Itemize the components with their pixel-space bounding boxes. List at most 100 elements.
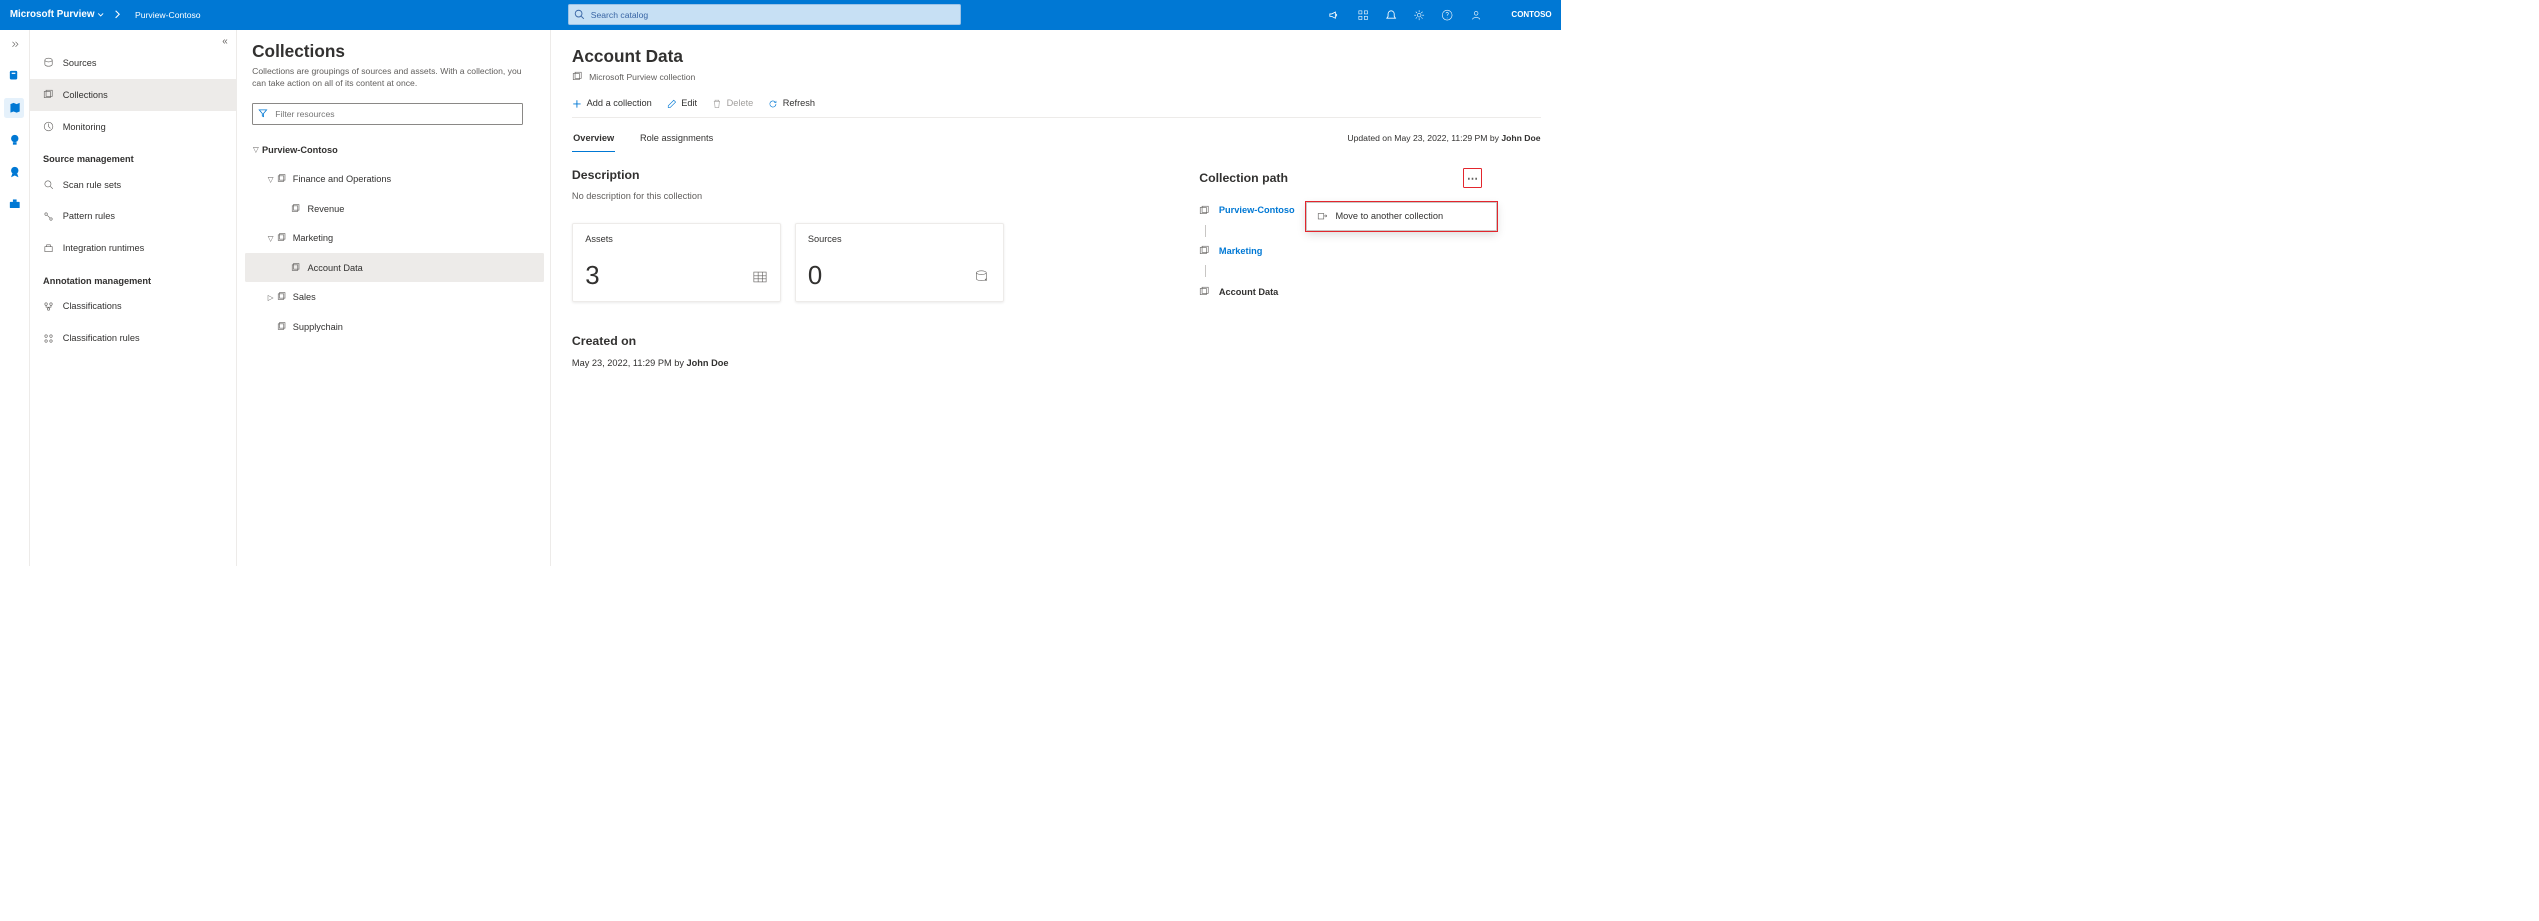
bell-icon[interactable] [1385,9,1397,21]
sidenav: « Sources Collections Monitoring Source … [30,30,238,567]
topbar: Microsoft Purview Purview-Contoso CONTOS… [0,0,1561,30]
breadcrumb[interactable]: Purview-Contoso [135,10,201,20]
caret-down-icon[interactable] [264,234,276,243]
collection-icon [1199,286,1210,297]
nav-sources[interactable]: Sources [30,47,237,79]
tree-item[interactable]: Marketing [245,223,544,253]
user-label[interactable]: CONTOSO [1511,10,1551,19]
collections-subtitle: Collections are groupings of sources and… [252,65,535,89]
tab-overview[interactable]: Overview [572,124,615,152]
nav-integration-runtimes[interactable]: Integration runtimes [30,232,237,264]
collection-icon [572,71,583,82]
monitoring-icon [43,121,54,132]
database-icon [974,269,990,285]
nav-pattern-rules[interactable]: Pattern rules [30,201,237,233]
rail-expand[interactable] [4,34,24,54]
description-title: Description [572,168,1126,182]
collections-icon [43,89,54,100]
rail-toolbox-icon[interactable] [4,194,24,214]
integration-icon [43,243,54,254]
collapse-nav[interactable]: « [30,33,237,46]
delete-button: Delete [712,98,753,108]
tree-item[interactable]: Revenue [245,194,544,224]
refresh-button[interactable]: Refresh [768,98,815,108]
nav-label: Sources [63,58,97,68]
description-text: No description for this collection [572,191,1126,201]
classrules-icon [43,333,54,344]
body: « Sources Collections Monitoring Source … [0,30,1561,567]
btn-label: Edit [681,98,697,108]
card-assets[interactable]: Assets 3 [572,223,781,302]
help-icon[interactable] [1441,9,1453,21]
tree-root[interactable]: Purview-Contoso [245,135,544,165]
rail-map-icon[interactable] [4,98,24,118]
tree-item[interactable]: Finance and Operations [245,164,544,194]
edit-button[interactable]: Edit [667,98,698,108]
updated-text: Updated on May 23, 2022, 11:29 PM by Joh… [1347,133,1540,143]
left-rail [0,30,30,567]
filter-input[interactable] [252,103,523,125]
collection-icon [291,263,301,273]
tree-label: Revenue [307,204,344,214]
tab-role-assignments[interactable]: Role assignments [639,124,715,152]
caret-right-icon[interactable] [264,293,276,302]
person-icon[interactable] [1470,9,1482,21]
collection-icon [277,292,287,302]
card-title: Sources [808,234,991,244]
move-collection-menuitem[interactable]: Move to another collection [1307,203,1496,230]
collection-icon [277,174,287,184]
card-sources[interactable]: Sources 0 [795,223,1004,302]
path-current: Account Data [1219,287,1278,297]
megaphone-icon[interactable] [1328,9,1340,21]
pattern-icon [43,211,54,222]
rail-bulb-icon[interactable] [4,130,24,150]
card-value: 3 [585,262,599,291]
tree-label: Finance and Operations [293,174,391,184]
grid-icon[interactable] [1357,9,1369,21]
path-link[interactable]: Purview-Contoso [1219,205,1295,215]
move-icon [1317,211,1328,222]
btn-label: Add a collection [587,98,652,108]
section-source-mgmt: Source management [30,143,237,169]
classif-icon [43,301,54,312]
nav-monitoring[interactable]: Monitoring [30,111,237,143]
rail-badge-icon[interactable] [4,162,24,182]
nav-collections[interactable]: Collections [30,79,237,111]
caret-down-icon[interactable] [250,145,262,154]
card-value: 0 [808,262,822,291]
nav-label: Monitoring [63,122,106,132]
more-button[interactable]: ⋯ [1465,170,1481,186]
detail-title: Account Data [572,46,1541,67]
nav-classification-rules[interactable]: Classification rules [30,322,237,354]
created-text: May 23, 2022, 11:29 PM by John Doe [572,358,1126,368]
add-collection-button[interactable]: Add a collection [572,98,652,108]
gear-icon[interactable] [1413,9,1425,21]
tree-item-selected[interactable]: Account Data [245,253,544,283]
search-wrap [568,4,962,25]
menu-label: Move to another collection [1335,211,1443,221]
created-title: Created on [572,334,1126,348]
rail-data-icon[interactable] [4,66,24,86]
path-link[interactable]: Marketing [1219,246,1263,256]
tree-label: Account Data [307,263,362,273]
search-input[interactable] [568,4,962,25]
tree-item[interactable]: Sales [245,282,544,312]
plus-icon [572,99,582,109]
search-icon [574,9,585,20]
path-title: Collection path [1199,171,1288,185]
refresh-icon [768,99,778,109]
collections-title: Collections [252,41,535,62]
nav-classifications[interactable]: Classifications [30,290,237,322]
tree-item[interactable]: Supplychain [245,312,544,342]
brand[interactable]: Microsoft Purview [10,9,104,20]
tree: Purview-Contoso Finance and Operations R… [237,131,550,341]
pencil-icon [667,99,677,109]
collection-icon [277,322,287,332]
chevron-right-icon [114,10,120,19]
detail-subtype: Microsoft Purview collection [589,72,695,82]
brand-text: Microsoft Purview [10,9,95,20]
caret-down-icon[interactable] [264,175,276,184]
section-annotation-mgmt: Annotation management [30,264,237,290]
nav-label: Classification rules [63,333,140,343]
nav-scan-rule-sets[interactable]: Scan rule sets [30,169,237,201]
